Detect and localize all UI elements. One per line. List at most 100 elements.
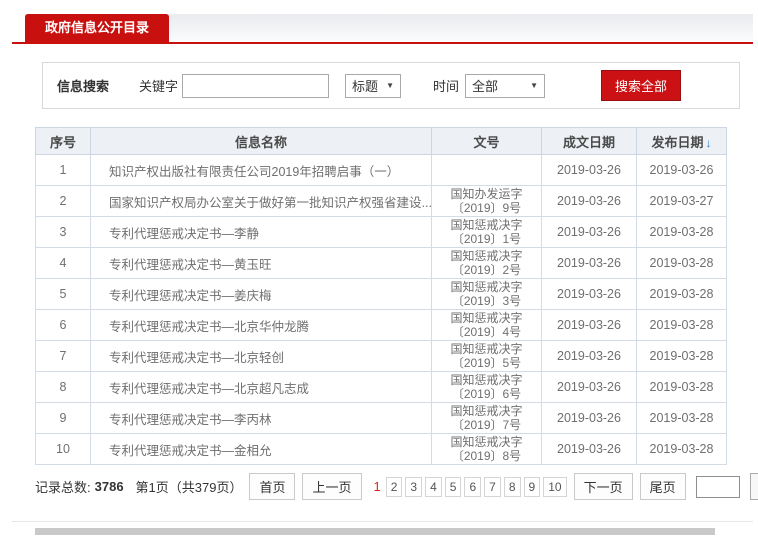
table-row: 8 专利代理惩戒决定书—北京超凡志成 国知惩戒决字 〔2019〕6号 2019-0… (35, 371, 727, 403)
page-info: 第1页（共379页） (135, 480, 243, 495)
red-divider (12, 42, 753, 44)
cell-doc-no: 国知惩戒决字 〔2019〕8号 (431, 433, 542, 465)
jump-page-input[interactable] (695, 475, 740, 498)
keyword-input[interactable] (182, 73, 330, 98)
prev-page-button[interactable]: 上一页 (302, 473, 362, 500)
page-number-7[interactable]: 7 (484, 476, 501, 497)
last-page-button[interactable]: 尾页 (639, 473, 686, 500)
cell-name-link[interactable]: 专利代理惩戒决定书—李静 (90, 216, 432, 248)
first-page-button[interactable]: 首页 (249, 473, 296, 500)
cell-date-written: 2019-03-26 (541, 433, 637, 465)
cell-date-published: 2019-03-28 (636, 309, 727, 341)
cell-no: 5 (35, 278, 91, 310)
cell-no: 7 (35, 340, 91, 372)
cell-name-link[interactable]: 专利代理惩戒决定书—黄玉旺 (90, 247, 432, 279)
cell-date-published: 2019-03-28 (636, 433, 727, 465)
cell-no: 8 (35, 371, 91, 403)
records-total-value: 3786 (94, 479, 124, 494)
cell-name-link[interactable]: 专利代理惩戒决定书—北京轻创 (90, 340, 432, 372)
cell-doc-no: 国知惩戒决字 〔2019〕6号 (431, 371, 542, 403)
document-table: 序号 信息名称 文号 成文日期 发布日期 ↓ 1 知识产权出版社有限责任公司201… (35, 127, 727, 465)
cell-no: 3 (35, 216, 91, 248)
header-name: 信息名称 (90, 127, 432, 155)
cell-date-published: 2019-03-28 (636, 278, 727, 310)
page-number-2[interactable]: 2 (385, 476, 403, 497)
table-row: 2 国家知识产权局办公室关于做好第一批知识产权强省建设... 国知办发运字 〔20… (35, 185, 727, 217)
cell-doc-no: 国知惩戒决字 〔2019〕1号 (431, 216, 542, 248)
pagination-bar: 记录总数: 3786 第1页（共379页） 首页 上一页 1 2 3 4 5 6… (35, 473, 758, 500)
time-select-value: 全部 (472, 79, 499, 94)
cell-date-published: 2019-03-26 (636, 154, 727, 186)
panel-bottom-edge (12, 521, 753, 522)
table-row: 6 专利代理惩戒决定书—北京华仲龙腾 国知惩戒决字 〔2019〕4号 2019-0… (35, 309, 727, 341)
cell-doc-no: 国知惩戒决字 〔2019〕2号 (431, 247, 542, 279)
cell-date-published: 2019-03-28 (636, 371, 727, 403)
time-select[interactable]: 全部 ▼ (465, 73, 546, 98)
cell-date-written: 2019-03-26 (541, 247, 637, 279)
page-number-8[interactable]: 8 (503, 476, 521, 497)
tab-gov-info-directory[interactable]: 政府信息公开目录 (25, 14, 170, 42)
table-row: 9 专利代理惩戒决定书—李丙林 国知惩戒决字 〔2019〕7号 2019-03-2… (35, 402, 727, 434)
search-section-label: 信息搜索 (57, 79, 110, 94)
cell-doc-no: 国知惩戒决字 〔2019〕4号 (431, 309, 542, 341)
cell-name-link[interactable]: 知识产权出版社有限责任公司2019年招聘启事（一） (90, 154, 432, 186)
field-select-value: 标题 (352, 79, 379, 94)
field-select[interactable]: 标题 ▼ (345, 73, 402, 98)
cell-name-link[interactable]: 专利代理惩戒决定书—北京华仲龙腾 (90, 309, 432, 341)
cell-doc-no (431, 154, 542, 186)
chevron-down-icon: ▼ (386, 81, 395, 90)
header-no: 序号 (35, 127, 91, 155)
cell-doc-no: 国知办发运字 〔2019〕9号 (431, 185, 542, 217)
cell-date-written: 2019-03-26 (541, 371, 637, 403)
cell-date-written: 2019-03-26 (541, 185, 637, 217)
next-page-button[interactable]: 下一页 (573, 473, 633, 500)
cell-name-link[interactable]: 专利代理惩戒决定书—姜庆梅 (90, 278, 432, 310)
cell-date-published: 2019-03-28 (636, 216, 727, 248)
cell-doc-no: 国知惩戒决字 〔2019〕7号 (431, 402, 542, 434)
current-page-indicator: 1 (373, 479, 381, 494)
cell-date-published: 2019-03-28 (636, 247, 727, 279)
cell-doc-no: 国知惩戒决字 〔2019〕3号 (431, 278, 542, 310)
page-number-6[interactable]: 6 (464, 476, 482, 497)
cell-date-written: 2019-03-26 (541, 278, 637, 310)
cell-date-written: 2019-03-26 (541, 216, 637, 248)
page-number-4[interactable]: 4 (425, 476, 442, 497)
cell-date-published: 2019-03-28 (636, 340, 727, 372)
records-total-label: 记录总数: (35, 480, 91, 495)
table-row: 7 专利代理惩戒决定书—北京轻创 国知惩戒决字 〔2019〕5号 2019-03-… (35, 340, 727, 372)
tab-bar: 政府信息公开目录 (25, 14, 753, 42)
cell-name-link[interactable]: 国家知识产权局办公室关于做好第一批知识产权强省建设... (90, 185, 432, 217)
table-header-row: 序号 信息名称 文号 成文日期 发布日期 ↓ (35, 127, 727, 155)
table-row: 4 专利代理惩戒决定书—黄玉旺 国知惩戒决字 〔2019〕2号 2019-03-2… (35, 247, 727, 279)
page-number-3[interactable]: 3 (405, 476, 423, 497)
page-number-5[interactable]: 5 (444, 476, 462, 497)
page-number-9[interactable]: 9 (523, 476, 541, 497)
search-panel: 信息搜索 关键字 标题 ▼ 时间 全部 ▼ 搜索全部 (42, 62, 740, 109)
cell-name-link[interactable]: 专利代理惩戒决定书—北京超凡志成 (90, 371, 432, 403)
cell-no: 1 (35, 154, 91, 186)
cell-no: 2 (35, 185, 91, 217)
cell-doc-no: 国知惩戒决字 〔2019〕5号 (431, 340, 542, 372)
cell-date-published: 2019-03-27 (636, 185, 727, 217)
cell-name-link[interactable]: 专利代理惩戒决定书—金相允 (90, 433, 432, 465)
horizontal-scrollbar[interactable] (35, 528, 715, 535)
cell-date-published: 2019-03-28 (636, 402, 727, 434)
cell-no: 10 (35, 433, 91, 465)
cell-name-link[interactable]: 专利代理惩戒决定书—李丙林 (90, 402, 432, 434)
table-row: 3 专利代理惩戒决定书—李静 国知惩戒决字 〔2019〕1号 2019-03-26… (35, 216, 727, 248)
cell-date-written: 2019-03-26 (541, 340, 637, 372)
header-date-written: 成文日期 (541, 127, 637, 155)
sort-desc-icon: ↓ (705, 135, 712, 150)
cell-no: 4 (35, 247, 91, 279)
page-number-10[interactable]: 10 (543, 476, 567, 497)
time-label: 时间 (433, 79, 460, 94)
jump-button[interactable]: 跳转 (749, 473, 758, 500)
keyword-label: 关键字 (139, 79, 179, 94)
search-all-button[interactable]: 搜索全部 (601, 70, 682, 101)
chevron-down-icon: ▼ (530, 81, 539, 90)
header-date-published[interactable]: 发布日期 ↓ (636, 127, 727, 155)
cell-no: 6 (35, 309, 91, 341)
cell-date-written: 2019-03-26 (541, 402, 637, 434)
header-doc-no: 文号 (431, 127, 542, 155)
cell-date-written: 2019-03-26 (541, 309, 637, 341)
